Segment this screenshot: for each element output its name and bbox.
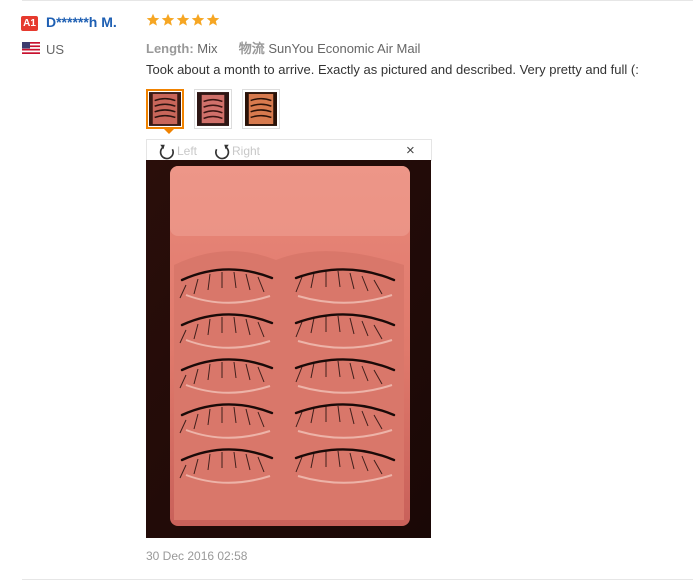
star-rating bbox=[146, 13, 220, 27]
lash-photo-thumb-image bbox=[149, 92, 181, 126]
rotate-right-label: Right bbox=[232, 144, 261, 158]
review-date: 30 Dec 2016 02:58 bbox=[146, 549, 248, 563]
star-icon bbox=[146, 13, 160, 26]
attr-length-key: Length: bbox=[146, 41, 194, 56]
bottom-divider bbox=[22, 579, 693, 580]
rotate-right-button[interactable]: Right bbox=[213, 142, 260, 160]
rotate-left-button[interactable]: Left bbox=[158, 142, 197, 160]
review-text: Took about a month to arrive. Exactly as… bbox=[146, 62, 639, 77]
star-icon bbox=[161, 13, 175, 26]
reviewer-country: US bbox=[46, 42, 65, 57]
reviewer-name[interactable]: D******h M. bbox=[46, 14, 117, 30]
review-photo-thumb-2[interactable] bbox=[194, 89, 232, 129]
star-icon bbox=[206, 13, 220, 26]
rotate-left-icon bbox=[159, 144, 174, 160]
star-icon bbox=[191, 13, 205, 26]
review-photo-thumb-1[interactable] bbox=[146, 89, 184, 129]
rotate-left-label: Left bbox=[177, 144, 198, 158]
lash-photo-thumb-image bbox=[245, 92, 277, 126]
attr-shipping-value: SunYou Economic Air Mail bbox=[268, 41, 421, 56]
attr-shipping-key: 物流 bbox=[238, 41, 265, 56]
reviewer-level-badge: A1 bbox=[21, 16, 38, 31]
top-divider bbox=[22, 0, 693, 1]
rotate-right-icon bbox=[215, 144, 230, 160]
active-thumb-pointer bbox=[163, 128, 175, 134]
attr-length-value: Mix bbox=[197, 41, 218, 56]
lash-photo-thumb-image bbox=[197, 92, 229, 126]
star-icon bbox=[176, 13, 190, 26]
review-photo-large bbox=[146, 160, 431, 538]
us-flag-icon bbox=[22, 42, 40, 54]
product-attributes: Length: Mix 物流 SunYou Economic Air Mail bbox=[146, 38, 420, 57]
review-photo-thumb-3[interactable] bbox=[242, 89, 280, 129]
close-viewer-button[interactable]: × bbox=[406, 142, 415, 159]
